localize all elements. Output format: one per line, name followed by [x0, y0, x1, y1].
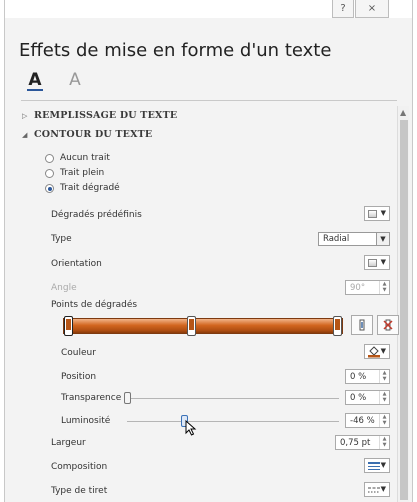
luminosity-value[interactable]: -46 %: [350, 416, 375, 426]
chevron-down-icon: ▼: [380, 485, 386, 493]
gradient-preview: [63, 318, 343, 334]
chevron-down-icon[interactable]: ▼: [376, 233, 389, 245]
text-effects-tab[interactable]: A: [65, 70, 85, 92]
gradient-swatch-icon: [368, 210, 377, 218]
text-fill-outline-icon: A: [28, 70, 42, 90]
help-button[interactable]: ?: [332, 0, 354, 18]
width-value[interactable]: 0,75 pt: [340, 438, 370, 448]
luminosity-spinner[interactable]: -46 % ▲ ▼: [345, 413, 390, 428]
compound-type-label: Composition: [51, 462, 108, 472]
transparency-slider-track[interactable]: [127, 398, 339, 399]
dash-type-label: Type de tiret: [51, 486, 108, 496]
title-bar: ? ×: [5, 0, 412, 18]
spinner-arrows-icon[interactable]: ▲ ▼: [379, 414, 389, 427]
section-text-fill-label: REMPLISSAGE DU TEXTE: [34, 110, 178, 121]
paint-bucket-icon: [368, 346, 380, 358]
add-gradient-stop-button[interactable]: [351, 315, 373, 335]
text-fill-outline-tab[interactable]: A: [25, 70, 45, 92]
dash-lines-icon: [368, 487, 380, 493]
position-value[interactable]: 0 %: [350, 372, 366, 382]
orientation-swatch-icon: [368, 259, 377, 267]
section-text-outline-label: CONTOUR DU TEXTE: [34, 129, 153, 140]
luminosity-slider-track[interactable]: [127, 421, 339, 422]
expand-triangle-icon: ▷: [22, 111, 28, 120]
orientation-dropdown[interactable]: ▼: [364, 255, 390, 270]
scroll-up-arrow-icon[interactable]: ▲: [400, 108, 406, 117]
radio-no-line-label: Aucun trait: [60, 153, 110, 163]
color-label: Couleur: [61, 348, 96, 358]
orientation-label: Orientation: [51, 259, 102, 269]
radio-button-icon[interactable]: [45, 154, 54, 163]
type-select[interactable]: Radial ▼: [318, 232, 390, 246]
divider: [21, 100, 397, 101]
transparency-slider-thumb[interactable]: [123, 392, 131, 404]
dash-type-dropdown[interactable]: ▼: [364, 482, 390, 497]
gradient-stop-handle[interactable]: [64, 316, 74, 336]
transparency-label: Transparence: [61, 393, 122, 403]
mouse-pointer-icon: [185, 420, 197, 436]
radio-gradient-line-label: Trait dégradé: [60, 183, 120, 193]
preset-gradients-label: Dégradés prédéfinis: [51, 210, 142, 220]
width-label: Largeur: [51, 438, 86, 448]
radio-button-selected-icon[interactable]: [45, 184, 54, 193]
chevron-down-icon: ▼: [380, 258, 386, 266]
transparency-spinner[interactable]: 0 % ▲ ▼: [345, 390, 390, 405]
angle-value: 90°: [350, 283, 366, 293]
luminosity-label: Luminosité: [61, 416, 111, 426]
gradient-stop-handle[interactable]: [332, 316, 342, 336]
panel-title: Effets de mise en forme d'un texte: [19, 40, 332, 61]
chevron-down-icon: ▼: [380, 209, 386, 217]
radio-solid-line-label: Trait plein: [60, 168, 105, 178]
radio-button-icon[interactable]: [45, 169, 54, 178]
vertical-scrollbar[interactable]: ▲: [397, 106, 409, 502]
angle-spinner: 90° ▲ ▼: [345, 280, 390, 295]
type-select-value: Radial: [323, 234, 350, 244]
format-text-effects-window: ? × Effets de mise en forme d'un texte A…: [4, 0, 413, 502]
remove-gradient-stop-button[interactable]: [377, 315, 399, 335]
width-spinner[interactable]: 0,75 pt ▲ ▼: [335, 435, 390, 450]
scrollbar-thumb[interactable]: [400, 120, 408, 500]
add-stop-icon: [359, 319, 365, 331]
compound-lines-icon: [368, 462, 380, 470]
spinner-arrows-icon: ▲ ▼: [379, 281, 389, 294]
color-picker-dropdown[interactable]: ▼: [364, 344, 390, 359]
chevron-down-icon: ▼: [380, 347, 386, 355]
gradient-stop-handle[interactable]: [187, 316, 197, 336]
gradient-stops-label: Points de dégradés: [51, 300, 138, 310]
preset-gradients-dropdown[interactable]: ▼: [364, 206, 390, 221]
remove-stop-icon: [383, 319, 393, 331]
position-label: Position: [61, 372, 97, 382]
close-button[interactable]: ×: [355, 0, 389, 18]
tab-selected-indicator: [27, 89, 43, 91]
type-label: Type: [51, 234, 72, 244]
compound-type-dropdown[interactable]: ▼: [364, 458, 390, 473]
spinner-arrows-icon[interactable]: ▲ ▼: [379, 370, 389, 383]
text-effects-icon: A: [69, 70, 81, 90]
collapse-triangle-icon: ◢: [22, 130, 28, 139]
transparency-value[interactable]: 0 %: [350, 393, 366, 403]
chevron-down-icon: ▼: [380, 461, 386, 469]
spinner-arrows-icon[interactable]: ▲ ▼: [379, 391, 389, 404]
angle-label: Angle: [51, 283, 77, 293]
spinner-arrows-icon[interactable]: ▲ ▼: [379, 436, 389, 449]
gradient-stops-bar[interactable]: [63, 316, 343, 336]
position-spinner[interactable]: 0 % ▲ ▼: [345, 369, 390, 384]
